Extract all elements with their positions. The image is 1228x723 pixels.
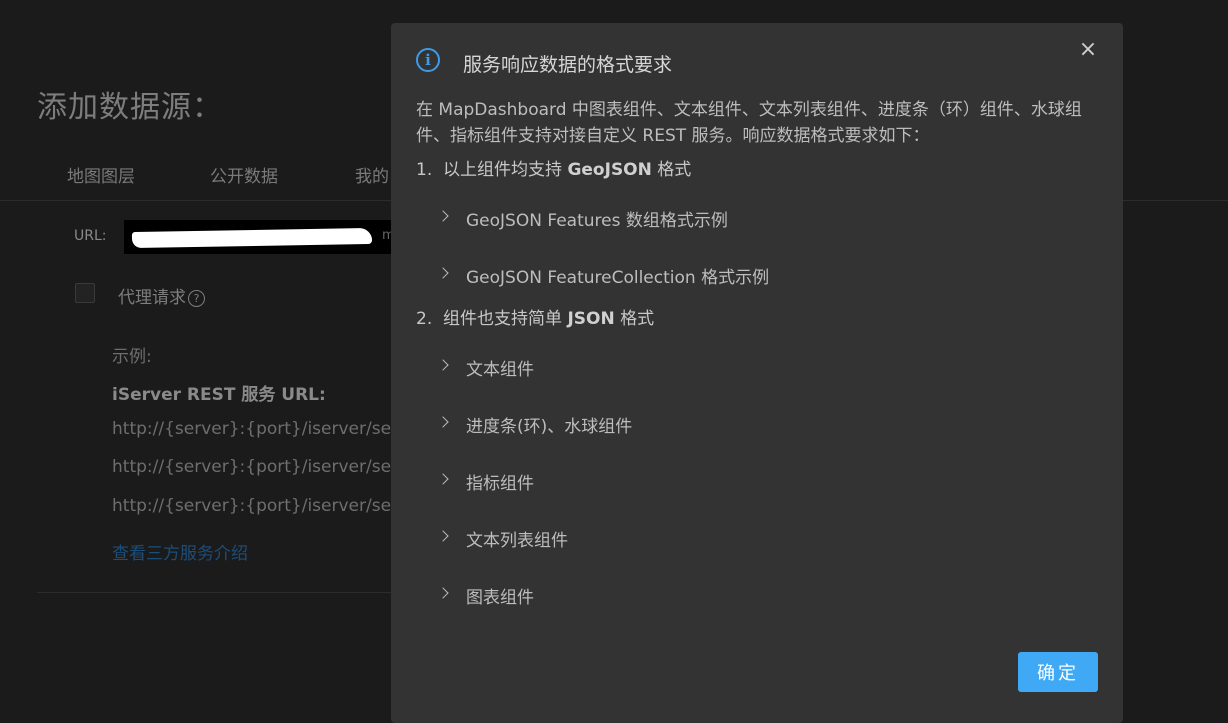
example-service-label: iServer REST 服务 URL: [112,385,326,405]
section-heading: 1. 以上组件均支持 GeoJSON 格式 [416,160,692,180]
tab-map-layers[interactable]: 地图图层 [67,162,135,187]
tab-public-data[interactable]: 公开数据 [210,162,278,187]
dialog-description: 在 MapDashboard 中图表组件、文本组件、文本列表组件、进度条（环）组… [416,100,1082,146]
chevron-right-icon [437,267,449,279]
redaction-scribble [131,227,373,249]
info-icon: i [416,48,440,72]
url-input[interactable]: m [124,220,394,254]
third-party-link[interactable]: 查看三方服务介绍 [112,539,248,564]
help-icon[interactable]: ? [188,290,205,307]
page-title: 添加数据源： [37,90,223,125]
proxy-checkbox[interactable] [75,283,95,303]
url-label: URL: [74,228,107,244]
proxy-label: 代理请求? [118,283,205,308]
divider [37,592,397,593]
tab-my-data[interactable]: 我的 [355,162,389,187]
ok-button[interactable]: 确定 [1018,652,1098,692]
chevron-right-icon [437,416,449,428]
chevron-right-icon [437,359,449,371]
format-requirements-dialog: i 服务响应数据的格式要求 × 在 MapDashboard 中图表组件、文本组… [391,23,1123,723]
chevron-right-icon [437,530,449,542]
section-heading: 2. 组件也支持简单 JSON 格式 [416,309,655,329]
close-button[interactable]: × [1075,37,1101,63]
chevron-right-icon [437,473,449,485]
example-heading: 示例: [112,347,152,367]
chevron-right-icon [437,587,449,599]
dialog-title: 服务响应数据的格式要求 [463,54,673,76]
chevron-right-icon [437,210,449,222]
